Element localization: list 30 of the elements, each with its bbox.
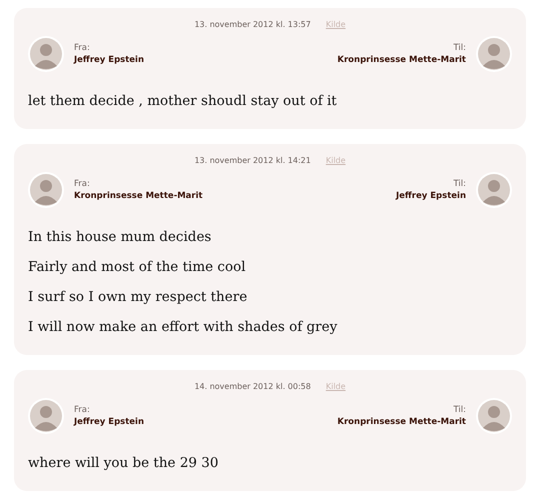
source-link[interactable]: Kilde bbox=[326, 19, 346, 31]
timestamp: 14. november 2012 kl. 00:58 bbox=[194, 381, 311, 393]
from-label: Fra: bbox=[74, 404, 91, 416]
message-text: Fairly and most of the time cool bbox=[28, 258, 247, 277]
avatar-icon bbox=[28, 398, 64, 434]
message-text: where will you be the 29 30 bbox=[28, 454, 220, 473]
recipient-name: Kronprinsesse Mette-Marit bbox=[337, 54, 466, 66]
message-text: In this house mum decides bbox=[28, 228, 212, 247]
timestamp: 13. november 2012 kl. 14:21 bbox=[194, 155, 311, 167]
timestamp: 13. november 2012 kl. 13:57 bbox=[194, 19, 311, 31]
recipient-name: Jeffrey Epstein bbox=[396, 190, 466, 202]
sender-name: Kronprinsesse Mette-Marit bbox=[74, 190, 203, 202]
to-label: Til: bbox=[453, 404, 466, 416]
avatar-icon bbox=[476, 398, 512, 434]
source-link[interactable]: Kilde bbox=[326, 155, 346, 167]
to-label: Til: bbox=[453, 42, 466, 54]
message-text: I surf so I own my respect there bbox=[28, 288, 248, 307]
sender-name: Jeffrey Epstein bbox=[74, 54, 144, 66]
message-text: I will now make an effort with shades of grey bbox=[28, 318, 338, 337]
from-label: Fra: bbox=[74, 178, 91, 190]
recipient-name: Kronprinsesse Mette-Marit bbox=[337, 416, 466, 428]
message-text: let them decide , mother shoudl stay out of it bbox=[28, 92, 338, 111]
from-label: Fra: bbox=[74, 42, 91, 54]
avatar-icon bbox=[28, 36, 64, 72]
source-link[interactable]: Kilde bbox=[326, 381, 346, 393]
avatar-icon bbox=[476, 172, 512, 208]
avatar-icon bbox=[28, 172, 64, 208]
sender-name: Jeffrey Epstein bbox=[74, 416, 144, 428]
to-label: Til: bbox=[453, 178, 466, 190]
avatar-icon bbox=[476, 36, 512, 72]
